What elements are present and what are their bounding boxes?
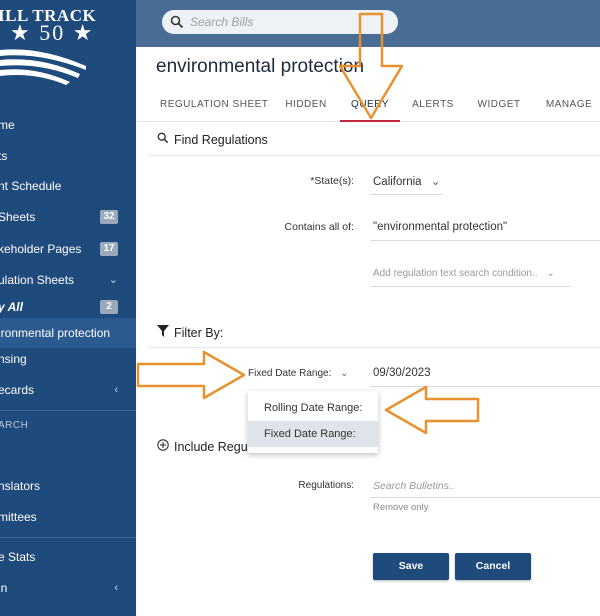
sidebar-item-home[interactable]: me [0, 110, 136, 140]
date-range-type-value: Fixed Date Range: [248, 368, 332, 379]
search-icon [157, 132, 169, 144]
annotation-arrow-right-icon [136, 350, 246, 400]
billtrack50-logo[interactable]: ILL TRACK ★ 50 ★ [0, 0, 136, 96]
count-badge: 2 [100, 300, 118, 314]
tab-hidden[interactable]: HIDDEN [276, 92, 336, 122]
sidebar-item-label: mittees [0, 510, 37, 524]
annotation-arrow-down-icon [338, 12, 404, 120]
sidebar-item-label: me [0, 118, 15, 132]
chevron-down-icon: ⌄ [340, 368, 349, 379]
date-range-type-select[interactable]: Fixed Date Range: ⌄ [248, 368, 349, 379]
sidebar-item-scorecards[interactable]: ecards ‹ [0, 375, 136, 405]
section-title: Include Regu [174, 440, 248, 454]
section-title: Find Regulations [174, 133, 268, 147]
sidebar-item-label: nslators [0, 479, 41, 493]
annotation-arrow-left-icon [384, 385, 480, 435]
sidebar-item-label: ts [0, 149, 8, 163]
contains-label: Contains all of: [284, 221, 354, 233]
sidebar-divider [0, 537, 136, 538]
option-rolling-date-range[interactable]: Rolling Date Range: [248, 395, 378, 421]
count-badge: 17 [100, 242, 118, 256]
sidebar-item-state-stats[interactable]: e Stats [0, 542, 136, 572]
plus-circle-icon [157, 439, 169, 451]
regulations-underline [370, 497, 600, 498]
find-regulations-heading: Find Regulations [156, 132, 268, 147]
state-select[interactable]: California ⌄ [373, 174, 440, 188]
state-underline [370, 194, 442, 195]
tab-manage[interactable]: MANAGE [540, 92, 598, 122]
chevron-down-icon: ⌄ [430, 176, 441, 188]
chevron-left-icon: ‹ [114, 582, 118, 594]
tab-regulation-sheet[interactable]: REGULATION SHEET [160, 92, 268, 122]
save-button[interactable]: Save [373, 553, 449, 580]
date-range-dropdown-menu: Rolling Date Range: Fixed Date Range: [248, 391, 378, 453]
sidebar-item-label: Sheets [0, 210, 36, 224]
chevron-left-icon: ‹ [114, 384, 118, 396]
add-condition-placeholder: Add regulation text search condition.. [373, 268, 538, 279]
sidebar-item-legislators[interactable]: nslators [0, 471, 136, 501]
contains-underline [370, 240, 600, 241]
filter-by-heading: Filter By: [156, 325, 223, 340]
date-input[interactable]: 09/30/2023 [373, 367, 431, 379]
logo-number: ★ 50 ★ [10, 20, 95, 45]
state-select-value: California [373, 176, 422, 188]
sidebar-item-label: ecards [0, 383, 35, 397]
sidebar-section-search: ARCH [0, 420, 29, 431]
sidebar-item-stakeholder-pages[interactable]: keholder Pages 17 [0, 234, 136, 264]
option-fixed-date-range[interactable]: Fixed Date Range: [248, 421, 378, 447]
filter-icon [157, 325, 169, 337]
count-badge: 32 [100, 210, 118, 224]
divider [148, 347, 600, 348]
sidebar-item-label: e Stats [0, 550, 36, 564]
search-icon [170, 15, 184, 29]
sidebar-divider [0, 410, 136, 411]
page-title: environmental protection [156, 56, 365, 77]
regulations-search-input[interactable]: Search Bulletins.. [373, 480, 455, 492]
section-title: Filter By: [174, 326, 224, 340]
contains-input[interactable]: "environmental protection" [373, 221, 507, 233]
sidebar-item-label: nt Schedule [0, 179, 62, 193]
sidebar-item-event-schedule[interactable]: nt Schedule [0, 171, 136, 201]
chevron-down-icon: ⌄ [546, 268, 555, 279]
sidebar-item-label: nsing [0, 352, 27, 366]
sidebar-item-label: ulation Sheets [0, 273, 75, 287]
sidebar-item-admin[interactable]: in ‹ [0, 573, 136, 603]
regulations-label: Regulations: [298, 480, 354, 491]
cancel-button[interactable]: Cancel [455, 553, 531, 580]
sidebar-item-label: keholder Pages [0, 242, 82, 256]
sidebar-item-committees[interactable]: mittees [0, 502, 136, 532]
state-label: *State(s): [310, 175, 354, 187]
divider [148, 155, 600, 156]
sidebar-item-alerts[interactable]: ts [0, 141, 136, 171]
sidebar: ILL TRACK ★ 50 ★ me ts nt Schedule Sheet… [0, 0, 136, 616]
sidebar-item-label: in [0, 581, 8, 595]
tab-widget[interactable]: WIDGET [472, 92, 526, 122]
sidebar-item-regulation-sheets[interactable]: ulation Sheets ⌄ [0, 265, 136, 295]
logo-flag-icon [0, 49, 86, 85]
add-condition-underline [370, 286, 570, 287]
add-condition-select[interactable]: Add regulation text search condition.. ⌄ [373, 268, 555, 279]
chevron-down-icon: ⌄ [108, 274, 118, 286]
tab-alerts[interactable]: ALERTS [406, 92, 460, 122]
sidebar-item-licensing[interactable]: nsing [0, 344, 136, 374]
sidebar-item-bill-sheets[interactable]: Sheets 32 [0, 202, 136, 232]
include-regulations-heading: Include Regu [156, 439, 248, 454]
remove-only-hint: Remove only [373, 502, 429, 513]
